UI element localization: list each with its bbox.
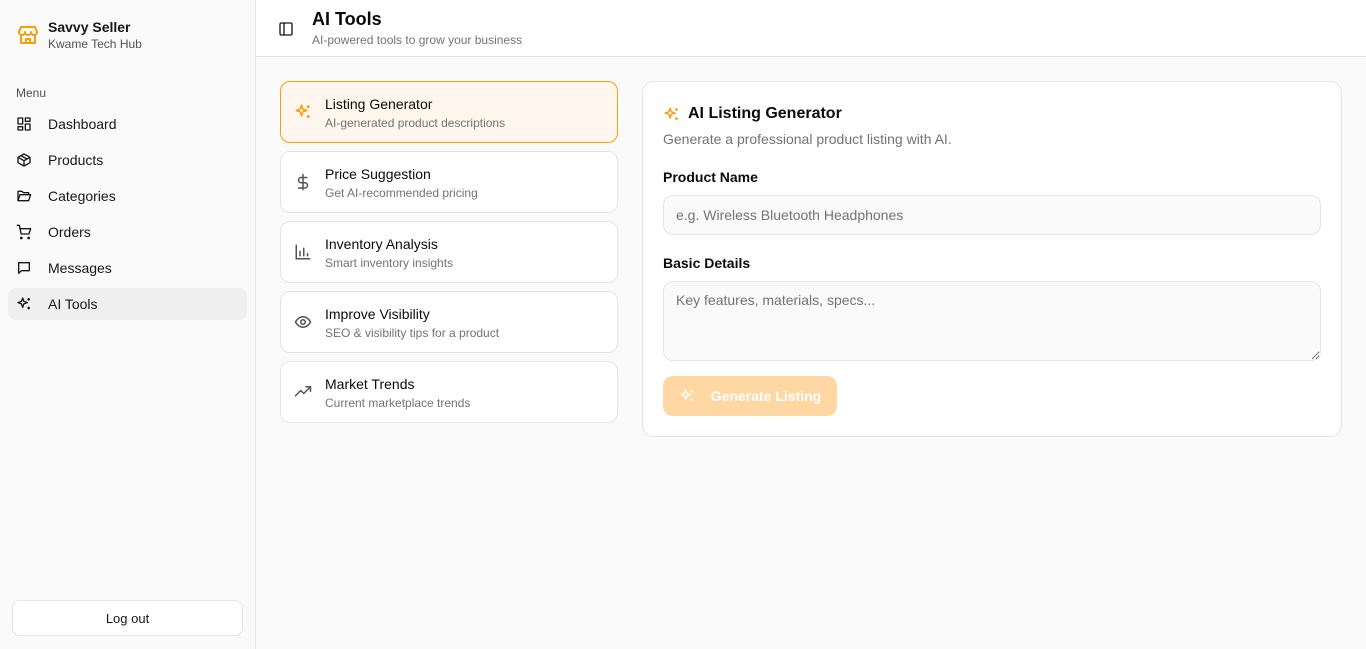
tool-title: Price Suggestion bbox=[325, 166, 431, 182]
generate-listing-button[interactable]: Generate Listing bbox=[663, 376, 837, 416]
message-icon bbox=[18, 262, 30, 274]
tool-description: Smart inventory insights bbox=[325, 256, 454, 270]
sidebar-item-label: Dashboard bbox=[48, 116, 117, 132]
basic-details-label: Basic Details bbox=[663, 255, 751, 271]
product-name-input[interactable] bbox=[663, 195, 1321, 235]
tool-description: AI-generated product descriptions bbox=[325, 116, 506, 130]
folder-icon bbox=[17, 190, 32, 202]
logout-button[interactable]: Log out bbox=[12, 600, 243, 636]
sidebar-item-orders[interactable]: Orders bbox=[8, 216, 247, 248]
sidebar-item-categories[interactable]: Categories bbox=[8, 180, 247, 212]
sidebar-nav: Dashboard Products Categories Orders Mes… bbox=[8, 108, 247, 324]
sidebar-toggle-icon[interactable] bbox=[278, 21, 294, 37]
tool-card-price-suggestion[interactable]: Price Suggestion Get AI-recommended pric… bbox=[280, 151, 618, 213]
sidebar-item-label: Orders bbox=[48, 224, 91, 240]
brand-name: Savvy Seller bbox=[48, 19, 131, 35]
tool-title: Improve Visibility bbox=[325, 306, 430, 322]
sidebar-item-messages[interactable]: Messages bbox=[8, 252, 247, 284]
sidebar-item-products[interactable]: Products bbox=[8, 144, 247, 176]
dollar-icon bbox=[297, 173, 309, 191]
sidebar-item-ai-tools[interactable]: AI Tools bbox=[8, 288, 247, 320]
sidebar-item-label: Products bbox=[48, 152, 104, 168]
menu-label: Menu bbox=[16, 86, 47, 100]
sidebar-item-label: Categories bbox=[48, 188, 116, 204]
sidebar: Savvy Seller Kwame Tech Hub Menu Dashboa… bbox=[0, 0, 256, 649]
cart-icon bbox=[16, 224, 32, 240]
sparkles-icon bbox=[664, 106, 678, 120]
panel-title: AI Listing Generator bbox=[688, 105, 842, 122]
tool-card-improve-visibility[interactable]: Improve Visibility SEO & visibility tips… bbox=[280, 291, 618, 353]
tool-list: Listing Generator AI-generated product d… bbox=[280, 81, 618, 431]
dashboard-icon bbox=[17, 117, 31, 131]
tool-description: Current marketplace trends bbox=[325, 396, 471, 410]
tool-title: Listing Generator bbox=[325, 96, 433, 112]
sidebar-item-dashboard[interactable]: Dashboard bbox=[8, 108, 247, 140]
generate-listing-label: Generate Listing bbox=[710, 388, 822, 404]
store-icon bbox=[18, 26, 38, 44]
tool-description: Get AI-recommended pricing bbox=[325, 186, 478, 200]
panel-subtitle: Generate a professional product listing … bbox=[663, 131, 952, 147]
tool-title: Inventory Analysis bbox=[325, 236, 438, 252]
brand: Savvy Seller Kwame Tech Hub bbox=[16, 18, 142, 52]
tool-description: SEO & visibility tips for a product bbox=[325, 326, 500, 340]
listing-generator-panel: AI Listing Generator Generate a professi… bbox=[642, 81, 1342, 437]
page-title: AI Tools bbox=[312, 9, 382, 29]
page-subtitle: AI-powered tools to grow your business bbox=[312, 33, 523, 47]
box-icon bbox=[17, 153, 31, 167]
basic-details-textarea[interactable] bbox=[663, 281, 1321, 361]
sparkles-icon bbox=[680, 389, 693, 402]
sparkles-icon bbox=[295, 104, 310, 118]
tool-title: Market Trends bbox=[325, 376, 415, 392]
sidebar-item-label: AI Tools bbox=[48, 296, 98, 312]
tool-card-listing-generator[interactable]: Listing Generator AI-generated product d… bbox=[280, 81, 618, 143]
trending-up-icon bbox=[294, 386, 312, 397]
sparkles-icon bbox=[17, 297, 30, 310]
sidebar-item-label: Messages bbox=[48, 260, 112, 276]
eye-icon bbox=[294, 316, 312, 328]
bar-chart-icon bbox=[295, 244, 311, 260]
product-name-label: Product Name bbox=[663, 169, 758, 185]
tool-card-market-trends[interactable]: Market Trends Current marketplace trends bbox=[280, 361, 618, 423]
brand-subtitle: Kwame Tech Hub bbox=[48, 37, 142, 51]
tool-card-inventory-analysis[interactable]: Inventory Analysis Smart inventory insig… bbox=[280, 221, 618, 283]
page-header: AI Tools AI-powered tools to grow your b… bbox=[256, 0, 1366, 57]
